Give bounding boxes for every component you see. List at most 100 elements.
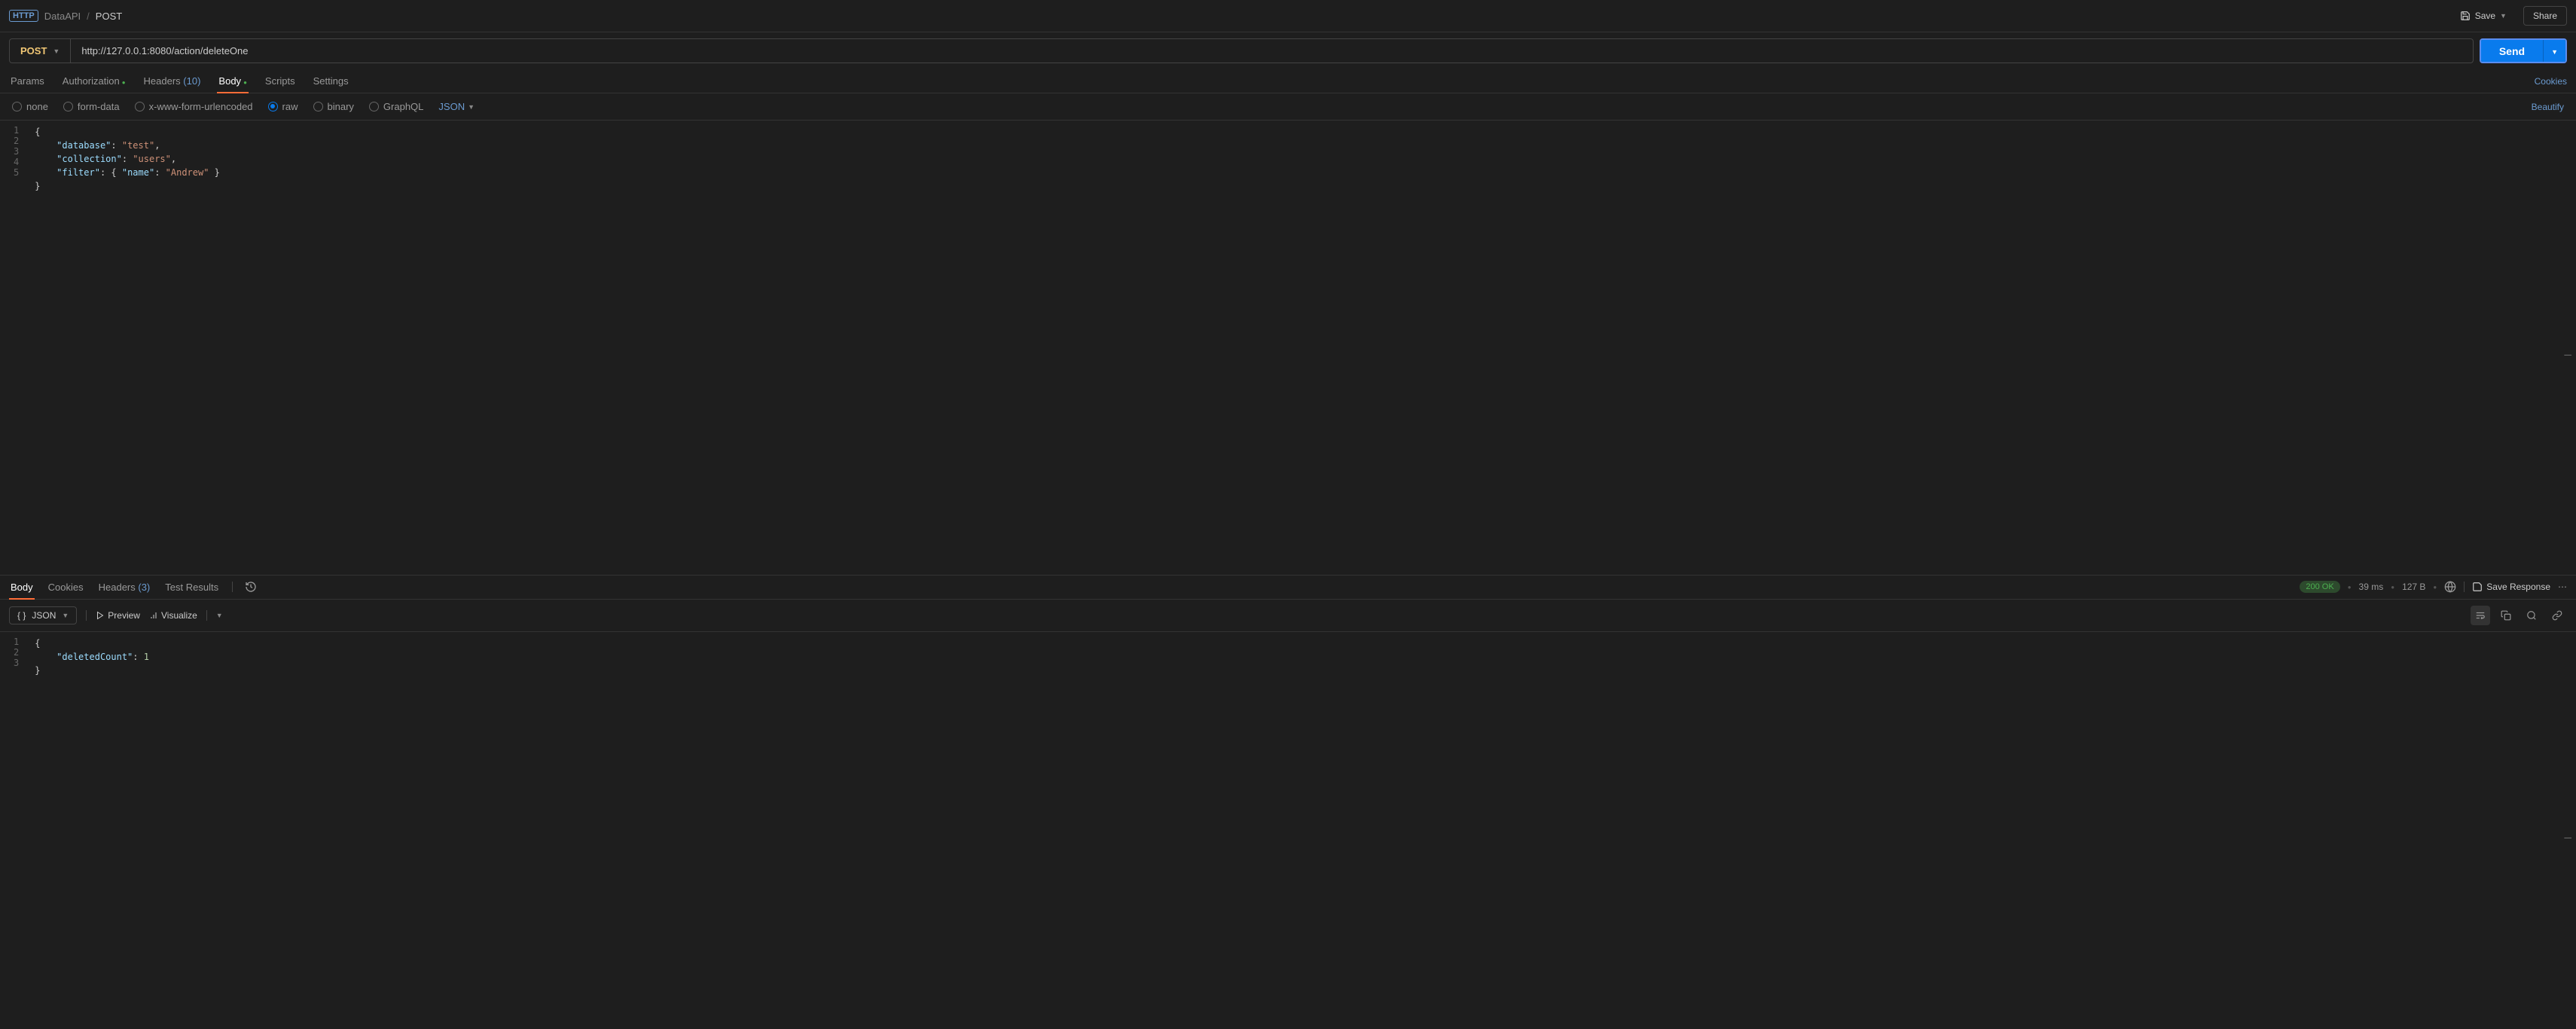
request-body-editor[interactable]: 1 2 3 4 5 { "database": "test", "collect… — [0, 121, 2576, 575]
response-tabs-left: Body Cookies Headers (3) Test Results — [9, 576, 257, 599]
collapse-handle[interactable]: — — [2564, 830, 2571, 844]
radio-urlencoded-label: x-www-form-urlencoded — [149, 101, 253, 112]
braces-icon: { } — [17, 610, 26, 621]
method-select[interactable]: POST ▼ — [10, 39, 71, 63]
line-gutter: 1 2 3 — [0, 632, 27, 1029]
tab-response-headers-label: Headers — [99, 582, 136, 593]
code-content: { "deletedCount": 1 } — [27, 632, 2576, 1029]
radio-raw[interactable]: raw — [268, 101, 298, 112]
tab-headers-count: (10) — [183, 75, 200, 87]
chevron-down-icon[interactable]: ▼ — [216, 612, 223, 619]
search-icon — [2526, 610, 2537, 621]
chevron-down-icon: ▼ — [468, 103, 475, 111]
response-tabs-row: Body Cookies Headers (3) Test Results 20… — [0, 576, 2576, 600]
copy-button[interactable] — [2496, 606, 2516, 625]
response-toolbar-left: { } JSON ▼ Preview Visualize ▼ — [9, 606, 223, 624]
status-dot-icon: ● — [243, 79, 247, 86]
radio-form-data[interactable]: form-data — [63, 101, 120, 112]
response-toolbar-right — [2471, 606, 2567, 625]
tab-body[interactable]: Body● — [217, 69, 248, 93]
response-status: 200 OK ● 39 ms ● 127 B ● Save Response ⋯ — [2300, 581, 2567, 593]
preview-button[interactable]: Preview — [96, 610, 140, 621]
status-dot-icon: ● — [122, 79, 126, 86]
body-type-radio-group: none form-data x-www-form-urlencoded raw… — [12, 101, 475, 112]
url-bar: POST ▼ — [9, 38, 2474, 63]
save-button[interactable]: Save ▼ — [2451, 7, 2516, 25]
tab-response-body[interactable]: Body — [9, 576, 35, 599]
response-format-select[interactable]: { } JSON ▼ — [9, 606, 77, 624]
line-number: 4 — [14, 157, 19, 167]
code-line: "deletedCount": 1 — [35, 650, 2568, 664]
radio-icon — [12, 102, 22, 111]
line-number: 3 — [14, 146, 19, 157]
send-options-button[interactable]: ▼ — [2543, 40, 2565, 62]
tab-authorization[interactable]: Authorization● — [61, 69, 127, 93]
visualize-label: Visualize — [161, 610, 197, 621]
response-time: 39 ms — [2359, 582, 2384, 592]
response-body-editor[interactable]: 1 2 3 { "deletedCount": 1 } — — [0, 632, 2576, 1029]
visualize-button[interactable]: Visualize — [149, 610, 197, 621]
radio-none-label: none — [26, 101, 48, 112]
save-label: Save — [2475, 11, 2495, 21]
url-input[interactable] — [71, 39, 2473, 63]
request-tabs: Params Authorization● Headers (10) Body●… — [0, 69, 2576, 93]
link-icon — [2552, 610, 2562, 621]
line-number: 1 — [14, 637, 19, 647]
response-toolbar: { } JSON ▼ Preview Visualize ▼ — [0, 600, 2576, 632]
tab-params[interactable]: Params — [9, 69, 46, 93]
beautify-link[interactable]: Beautify — [2532, 102, 2564, 112]
radio-binary[interactable]: binary — [313, 101, 354, 112]
radio-graphql[interactable]: GraphQL — [369, 101, 423, 112]
chevron-down-icon: ▼ — [2551, 48, 2558, 56]
breadcrumb-separator: / — [87, 11, 90, 22]
response-format-label: JSON — [32, 610, 56, 621]
body-format-select[interactable]: JSON ▼ — [438, 101, 475, 112]
body-format-label: JSON — [438, 101, 465, 112]
tab-headers[interactable]: Headers (10) — [142, 69, 203, 93]
tab-body-label: Body — [218, 75, 241, 87]
save-icon — [2472, 582, 2483, 592]
radio-icon — [135, 102, 145, 111]
share-button[interactable]: Share — [2523, 6, 2567, 26]
status-code-badge: 200 OK — [2300, 581, 2339, 593]
breadcrumb-workspace[interactable]: DataAPI — [44, 11, 81, 22]
tab-response-cookies[interactable]: Cookies — [47, 576, 85, 599]
url-bar-row: POST ▼ Send ▼ — [0, 32, 2576, 69]
divider — [206, 610, 207, 621]
play-icon — [96, 611, 105, 620]
more-icon[interactable]: ⋯ — [2558, 582, 2567, 592]
collapse-handle[interactable]: — — [2564, 347, 2571, 362]
code-line: { — [35, 637, 2568, 650]
preview-label: Preview — [108, 610, 140, 621]
request-tabs-left: Params Authorization● Headers (10) Body●… — [9, 69, 350, 93]
radio-binary-label: binary — [328, 101, 354, 112]
response-section: Body Cookies Headers (3) Test Results 20… — [0, 575, 2576, 1029]
globe-icon[interactable] — [2444, 581, 2456, 593]
tab-test-results[interactable]: Test Results — [163, 576, 220, 599]
save-response-button[interactable]: Save Response — [2472, 582, 2550, 592]
breadcrumb: HTTP DataAPI / POST — [9, 10, 122, 22]
tab-scripts[interactable]: Scripts — [264, 69, 297, 93]
breadcrumb-current[interactable]: POST — [96, 11, 122, 22]
radio-none[interactable]: none — [12, 101, 48, 112]
code-line: "filter": { "name": "Andrew" } — [35, 166, 2568, 179]
link-button[interactable] — [2547, 606, 2567, 625]
tab-headers-label: Headers — [144, 75, 181, 87]
dot-separator: ● — [2391, 584, 2394, 591]
line-number: 3 — [14, 658, 19, 668]
send-button[interactable]: Send — [2481, 40, 2543, 62]
radio-urlencoded[interactable]: x-www-form-urlencoded — [135, 101, 253, 112]
chevron-down-icon[interactable]: ▼ — [2500, 12, 2507, 20]
search-button[interactable] — [2522, 606, 2541, 625]
tab-settings[interactable]: Settings — [312, 69, 350, 93]
http-badge-icon: HTTP — [9, 10, 38, 22]
save-response-label: Save Response — [2486, 582, 2550, 592]
cookies-link[interactable]: Cookies — [2535, 76, 2567, 87]
line-number: 2 — [14, 647, 19, 658]
wrap-text-button[interactable] — [2471, 606, 2490, 625]
history-icon[interactable] — [245, 581, 257, 593]
line-number: 5 — [14, 167, 19, 178]
divider — [2464, 582, 2465, 592]
tab-response-headers[interactable]: Headers (3) — [97, 576, 152, 599]
chevron-down-icon: ▼ — [53, 47, 60, 55]
